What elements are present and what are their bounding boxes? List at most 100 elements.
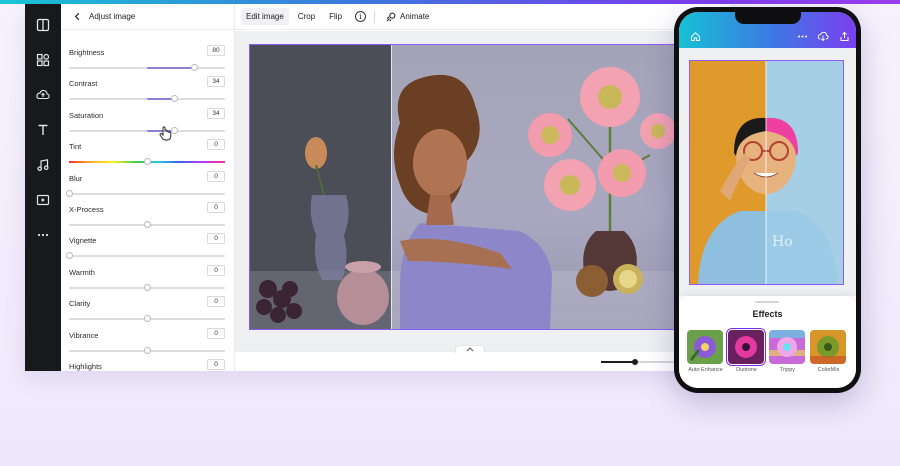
adjustment-slider[interactable] [69, 221, 225, 228]
zoom-knob[interactable] [631, 359, 638, 365]
phone-mockup: Ho Effects Auto Enhance Duotone Trippy C… [674, 7, 861, 393]
effect-auto-enhance[interactable]: Auto Enhance [687, 330, 724, 373]
effect-trippy[interactable]: Trippy [769, 330, 806, 373]
home-icon[interactable] [689, 30, 701, 42]
svg-text:Ho: Ho [772, 234, 793, 250]
phone-header [679, 12, 856, 48]
adjustment-value-input[interactable]: 0 [207, 327, 225, 339]
adjustment-value-input[interactable]: 34 [207, 76, 225, 88]
phone-photo[interactable]: Ho [689, 60, 844, 285]
adjustment-value-input[interactable]: 0 [207, 139, 225, 151]
crop-button[interactable]: Crop [293, 8, 320, 25]
phone-canvas: Ho [679, 48, 856, 296]
adjustment-value-input[interactable]: 0 [207, 264, 225, 276]
adjustment-label: Tint [69, 142, 82, 152]
adjustment-slider[interactable] [69, 346, 225, 354]
download-icon[interactable] [817, 30, 829, 42]
more-icon[interactable] [34, 226, 52, 244]
panel-header: Adjust image [61, 4, 234, 30]
chevron-up-icon [466, 347, 474, 352]
adjustment-label: Blur [69, 173, 83, 183]
slider-knob[interactable] [144, 158, 151, 166]
adjustment-slider[interactable] [69, 158, 225, 166]
adjustment-value-input[interactable]: 0 [207, 233, 225, 245]
effect-label: Duotone [736, 367, 757, 373]
adjustment-slider[interactable] [69, 64, 225, 71]
more-icon[interactable] [796, 30, 808, 42]
templates-icon[interactable] [34, 16, 52, 34]
effect-label: Auto Enhance [688, 367, 723, 373]
edit-image-button[interactable]: Edit image [241, 8, 289, 25]
adjustment-row-contrast: Contrast 34 [69, 76, 227, 109]
collapse-pages-button[interactable] [455, 345, 485, 353]
effect-label: Trippy [779, 367, 796, 373]
elements-icon[interactable] [34, 51, 52, 69]
adjustment-value-input[interactable]: 0 [207, 359, 225, 370]
uploads-icon[interactable] [34, 86, 52, 104]
videos-icon[interactable] [34, 191, 52, 209]
side-rail [25, 4, 61, 371]
effect-thumb-selected [726, 328, 766, 366]
sheet-handle[interactable] [755, 301, 779, 303]
adjustment-slider[interactable] [69, 126, 225, 134]
effect-duotone[interactable]: Duotone [726, 328, 766, 373]
chevron-left-icon [74, 12, 79, 21]
hand-cursor-icon [159, 126, 172, 146]
audio-icon[interactable] [34, 156, 52, 174]
phone-screen: Ho Effects Auto Enhance Duotone Trippy C… [679, 12, 856, 388]
effects-sheet: Effects Auto Enhance Duotone Trippy Colo… [679, 296, 856, 388]
slider-knob[interactable] [170, 95, 178, 103]
photo-frame[interactable] [249, 44, 675, 330]
slider-fill [147, 98, 174, 101]
adjustment-slider[interactable] [69, 95, 225, 103]
adjustment-slider[interactable] [69, 315, 225, 323]
phone-notch [735, 12, 801, 24]
slider-knob[interactable] [66, 252, 73, 260]
slider-knob[interactable] [144, 315, 151, 323]
share-icon[interactable] [838, 30, 850, 42]
adjustment-label: Warmth [69, 267, 95, 277]
zoom-slider[interactable] [601, 359, 681, 365]
slider-knob[interactable] [66, 189, 73, 197]
adjustment-row-blur: Blur 0 [66, 170, 227, 204]
before-after-divider[interactable] [391, 45, 392, 329]
panel-title: Adjust image [89, 12, 136, 21]
adjustment-slider[interactable] [69, 283, 225, 291]
adjustment-label: X-Process [69, 205, 104, 214]
back-button[interactable] [70, 10, 84, 24]
adjustment-value-input[interactable]: 80 [207, 45, 225, 56]
adjustment-value-input[interactable]: 34 [207, 107, 225, 119]
bottom-bar [235, 345, 730, 371]
text-icon[interactable] [34, 121, 52, 139]
portrait-photo [250, 67, 674, 329]
adjustment-label: Brightness [69, 48, 105, 57]
animate-button[interactable]: Animate [381, 8, 434, 26]
adjustment-slider[interactable] [66, 252, 225, 260]
info-icon[interactable]: i [355, 11, 367, 22]
effect-colormix[interactable]: ColorMix [810, 330, 847, 373]
adjustment-value-input[interactable]: 0 [207, 296, 225, 308]
adjustment-row-warmth: Warmth 0 [69, 264, 227, 298]
adjustment-label: Highlights [69, 362, 102, 371]
slider-knob[interactable] [144, 346, 151, 354]
design-canvas [235, 31, 730, 351]
effect-thumb [810, 330, 846, 364]
zoom-fill [601, 361, 635, 363]
adjustment-row-tint: Tint 0 [69, 139, 227, 172]
adjustment-row-vibrance: Vibrance 0 [69, 327, 227, 361]
slider-knob[interactable] [144, 283, 151, 291]
adjustment-value-input[interactable]: 0 [207, 170, 225, 182]
slider-knob[interactable] [144, 221, 151, 228]
adjustment-row-clarity: Clarity 0 [69, 296, 227, 329]
adjustment-row-brightness: Brightness 80 [69, 45, 227, 78]
adjust-panel: Adjust image Brightness 80 Contrast 34 Satur… [61, 4, 235, 371]
editor-window: Adjust image Brightness 80 Contrast 34 Satur… [25, 4, 730, 371]
adjustment-row-saturation: Saturation 34 [69, 107, 227, 141]
slider-knob[interactable] [190, 64, 198, 71]
adjustment-label: Saturation [69, 110, 104, 120]
adjustment-slider[interactable] [66, 189, 225, 197]
adjustment-value-input[interactable]: 0 [207, 202, 225, 213]
image-toolbar: Edit image Crop Flip i Animate [235, 4, 730, 30]
adjustment-label: Vignette [69, 236, 97, 246]
flip-button[interactable]: Flip [324, 8, 347, 25]
